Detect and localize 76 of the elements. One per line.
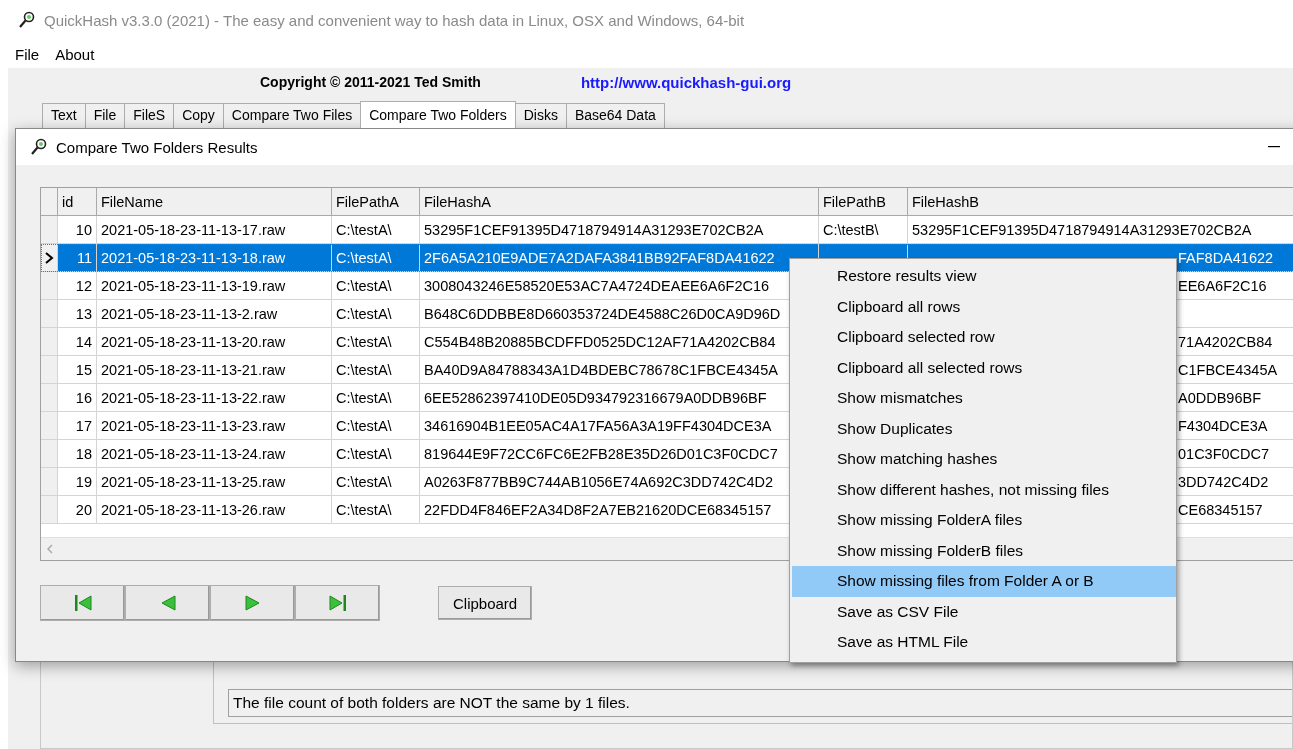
- table-cell: 2021-05-18-23-11-13-20.raw: [97, 328, 332, 356]
- row-indicator-cell[interactable]: [41, 412, 58, 440]
- table-cell: 20: [58, 496, 97, 524]
- row-indicator-cell[interactable]: [41, 384, 58, 412]
- table-cell: 13: [58, 300, 97, 328]
- triangle-left-icon: [159, 595, 176, 611]
- column-header[interactable]: FileHashA: [420, 188, 819, 216]
- window-title: QuickHash v3.3.0 (2021) - The easy and convenient way to hash data in Linux, OSX and Windows, 64-bit: [44, 11, 745, 29]
- row-indicator-cell[interactable]: [41, 328, 58, 356]
- table-cell: 18: [58, 440, 97, 468]
- table-cell: 16: [58, 384, 97, 412]
- website-link[interactable]: http://www.quickhash-gui.org: [580, 73, 792, 91]
- table-cell: C:\testA\: [332, 440, 420, 468]
- row-indicator-cell[interactable]: [41, 468, 58, 496]
- table-cell: 2021-05-18-23-11-13-25.raw: [97, 468, 332, 496]
- table-cell: 2021-05-18-23-11-13-19.raw: [97, 272, 332, 300]
- copyright-text: Copyright © 2011-2021 Ted Smith: [260, 74, 481, 90]
- table-cell: C:\testA\: [332, 272, 420, 300]
- row-indicator-cell[interactable]: [41, 272, 58, 300]
- navigation-button[interactable]: [295, 585, 380, 621]
- table-cell: 15: [58, 356, 97, 384]
- menu-item[interactable]: Show missing files from Folder A or B: [792, 566, 1176, 597]
- navigation-button[interactable]: [125, 585, 210, 621]
- table-cell: C:\testA\: [332, 384, 420, 412]
- magnifier-icon: [18, 11, 36, 29]
- table-cell: 2021-05-18-23-11-13-18.raw: [97, 244, 332, 272]
- tab[interactable]: Text: [42, 103, 86, 128]
- navigation-button[interactable]: [40, 585, 125, 621]
- column-header[interactable]: FileHashB: [908, 188, 1293, 216]
- column-header[interactable]: FilePathA: [332, 188, 420, 216]
- skip-forward-icon: [327, 594, 348, 612]
- tab[interactable]: Base64 Data: [565, 103, 665, 128]
- row-indicator-cell[interactable]: [41, 244, 58, 272]
- tab[interactable]: Compare Two Folders: [360, 101, 516, 128]
- minimize-icon[interactable]: [1268, 146, 1280, 148]
- menu-item[interactable]: Save as CSV File: [792, 596, 1176, 627]
- column-header[interactable]: FilePathB: [819, 188, 908, 216]
- scroll-left-icon[interactable]: [47, 544, 53, 554]
- dialog-title: Compare Two Folders Results: [56, 138, 258, 156]
- row-indicator-cell[interactable]: [41, 496, 58, 524]
- table-cell: 2021-05-18-23-11-13-23.raw: [97, 412, 332, 440]
- magnifier-icon: [30, 138, 48, 156]
- table-cell: 2021-05-18-23-11-13-26.raw: [97, 496, 332, 524]
- clipboard-button[interactable]: Clipboard: [438, 586, 533, 620]
- table-cell: C:\testA\: [332, 468, 420, 496]
- menu-item[interactable]: Show missing FolderB files: [792, 535, 1176, 566]
- table-cell: C:\testA\: [332, 300, 420, 328]
- table-cell: 17: [58, 412, 97, 440]
- row-indicator-cell[interactable]: [41, 356, 58, 384]
- table-cell: 2021-05-18-23-11-13-2.raw: [97, 300, 332, 328]
- table-cell: C:\testA\: [332, 244, 420, 272]
- table-cell: 2021-05-18-23-11-13-22.raw: [97, 384, 332, 412]
- menu-item[interactable]: Save as HTML File: [792, 627, 1176, 658]
- table-cell: C:\testA\: [332, 328, 420, 356]
- table-cell: 2021-05-18-23-11-13-24.raw: [97, 440, 332, 468]
- row-pointer-icon: [44, 251, 54, 264]
- table-cell: 19: [58, 468, 97, 496]
- triangle-right-icon: [244, 595, 261, 611]
- table-cell: 2F6A5A210E9ADE7A2DAFA3841BB92FAF8DA41622: [420, 244, 819, 272]
- row-indicator-cell[interactable]: [41, 440, 58, 468]
- column-header[interactable]: FileName: [97, 188, 332, 216]
- row-indicator-cell[interactable]: [41, 216, 58, 244]
- skip-back-icon: [72, 594, 93, 612]
- row-indicator-cell[interactable]: [41, 300, 58, 328]
- table-cell: C:\testA\: [332, 496, 420, 524]
- menu-item[interactable]: File: [8, 43, 47, 65]
- table-cell: 12: [58, 272, 97, 300]
- table-cell: 2021-05-18-23-11-13-21.raw: [97, 356, 332, 384]
- table-cell: C:\testA\: [332, 356, 420, 384]
- table-cell: 11: [58, 244, 97, 272]
- status-field: The file count of both folders are NOT the same by 1 files.: [228, 689, 1292, 717]
- navigation-button[interactable]: [210, 585, 295, 621]
- menu-item[interactable]: About: [48, 43, 102, 65]
- table-cell: C:\testA\: [332, 412, 420, 440]
- table-cell: 14: [58, 328, 97, 356]
- column-header[interactable]: id: [58, 188, 97, 216]
